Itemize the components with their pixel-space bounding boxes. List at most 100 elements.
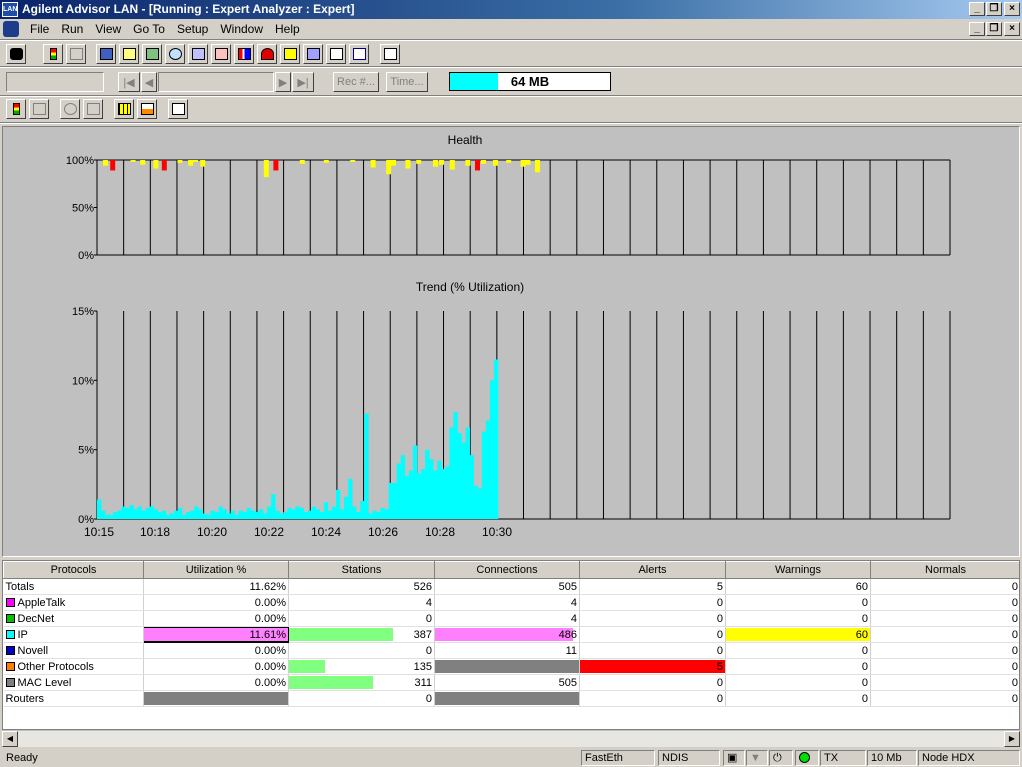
connections-cell[interactable] [434,690,580,707]
search-icon[interactable] [165,44,185,64]
warnings-cell[interactable]: 0 [725,658,871,675]
connections-cell[interactable]: 505 [434,578,580,595]
protocol-name-cell[interactable]: Novell [3,642,144,659]
connections-cell[interactable]: 486 [434,626,580,643]
filter-icon[interactable] [188,44,208,64]
run-icon[interactable] [6,44,26,64]
stations-cell[interactable]: 4 [288,594,435,611]
table-row[interactable]: Novell 0.00% 0 11 0 0 0 [3,642,1019,659]
alerts-cell[interactable]: 0 [579,642,726,659]
table-row[interactable]: IP 11.61% 387 486 0 60 0 [3,626,1019,643]
warnings-cell[interactable]: 60 [725,578,871,595]
protocol-name-cell[interactable]: DecNet [3,610,144,627]
position-field[interactable] [6,72,104,92]
scroll-right-icon[interactable]: ▶ [1004,731,1020,747]
waveform-icon[interactable] [326,44,346,64]
close-icon[interactable]: × [1004,2,1020,16]
table-row[interactable]: Routers 0 0 0 0 [3,690,1019,707]
pause-icon[interactable] [29,99,49,119]
warnings-cell[interactable]: 60 [725,626,871,643]
stats-icon[interactable] [142,44,162,64]
restore-icon[interactable]: ❐ [986,2,1002,16]
util-cell[interactable]: 11.61% [143,626,289,643]
report-icon[interactable] [349,44,369,64]
protocol-name-cell[interactable]: Other Protocols [3,658,144,675]
menu-item-setup[interactable]: Setup [171,22,214,36]
alerts-cell[interactable]: 0 [579,610,726,627]
connections-cell[interactable]: 11 [434,642,580,659]
connections-cell[interactable]: 4 [434,610,580,627]
menu-item-window[interactable]: Window [214,22,269,36]
last-record-icon[interactable]: ▶| [292,72,314,92]
table-row[interactable]: AppleTalk 0.00% 4 4 0 0 0 [3,594,1019,611]
util-cell[interactable]: 0.00% [143,610,289,627]
cursor-icon[interactable] [380,44,400,64]
chart-view-icon[interactable] [137,99,157,119]
stations-cell[interactable]: 0 [288,690,435,707]
table-row[interactable]: MAC Level 0.00% 311 505 0 0 0 [3,674,1019,691]
menu-item-go-to[interactable]: Go To [127,22,171,36]
menu-item-help[interactable]: Help [269,22,306,36]
util-cell[interactable]: 0.00% [143,594,289,611]
table-view-icon[interactable] [114,99,134,119]
connections-cell[interactable] [434,658,580,675]
stations-cell[interactable]: 135 [288,658,435,675]
stations-cell[interactable]: 311 [288,674,435,691]
cursor-icon[interactable] [168,99,188,119]
alerts-cell[interactable]: 5 [579,658,726,675]
stop-traffic-icon[interactable] [43,44,63,64]
child-minimize-icon[interactable]: _ [969,22,985,36]
normals-cell[interactable]: 0 [870,690,1019,707]
column-header-stations[interactable]: Stations [288,561,435,579]
alerts-cell[interactable]: 0 [579,674,726,691]
alerts-cell[interactable]: 0 [579,626,726,643]
alerts-cell[interactable]: 0 [579,690,726,707]
column-header-protocols[interactable]: Protocols [3,561,144,579]
first-record-icon[interactable]: |◀ [118,72,140,92]
stations-cell[interactable]: 0 [288,610,435,627]
minimize-icon[interactable]: _ [969,2,985,16]
connections-cell[interactable]: 4 [434,594,580,611]
stations-cell[interactable]: 387 [288,626,435,643]
stations-cell[interactable]: 0 [288,642,435,659]
normals-cell[interactable]: 0 [870,642,1019,659]
menu-item-view[interactable]: View [89,22,127,36]
column-header-connections[interactable]: Connections [434,561,580,579]
util-cell[interactable]: 11.62% [143,578,289,595]
bar-chart-icon[interactable] [234,44,254,64]
normals-cell[interactable]: 0 [870,626,1019,643]
scroll-left-icon[interactable]: ◀ [2,731,18,747]
util-cell[interactable]: 0.00% [143,642,289,659]
traffic-light-icon[interactable] [6,99,26,119]
time-button[interactable]: Time... [386,72,428,92]
refresh-icon[interactable] [60,99,80,119]
alerts-cell[interactable]: 5 [579,578,726,595]
table-row[interactable]: DecNet 0.00% 0 4 0 0 0 [3,610,1019,627]
connections-cell[interactable]: 505 [434,674,580,691]
util-cell[interactable]: 0.00% [143,674,289,691]
health-icon[interactable] [257,44,277,64]
util-cell[interactable] [143,690,289,707]
normals-cell[interactable]: 0 [870,658,1019,675]
normals-cell[interactable]: 0 [870,594,1019,611]
stations-cell[interactable]: 526 [288,578,435,595]
app-icon[interactable]: LAN [2,2,18,17]
next-record-icon[interactable]: ▶ [275,72,291,92]
menu-item-run[interactable]: Run [55,22,89,36]
warnings-cell[interactable]: 0 [725,594,871,611]
pause-icon[interactable] [66,44,86,64]
child-close-icon[interactable]: × [1004,22,1020,36]
normals-cell[interactable]: 0 [870,578,1019,595]
column-header-utilization[interactable]: Utilization % [143,561,289,579]
column-header-normals[interactable]: Normals [870,561,1019,579]
warnings-cell[interactable]: 0 [725,642,871,659]
normals-cell[interactable]: 0 [870,674,1019,691]
table-row[interactable]: Other Protocols 0.00% 135 5 0 0 [3,658,1019,675]
column-header-alerts[interactable]: Alerts [579,561,726,579]
protocol-name-cell[interactable]: AppleTalk [3,594,144,611]
normals-cell[interactable]: 0 [870,610,1019,627]
decode-icon[interactable] [119,44,139,64]
document-menu-icon[interactable] [3,21,19,37]
table-row[interactable]: Totals 11.62% 526 505 5 60 0 [3,578,1019,595]
protocol-name-cell[interactable]: Routers [3,690,144,707]
